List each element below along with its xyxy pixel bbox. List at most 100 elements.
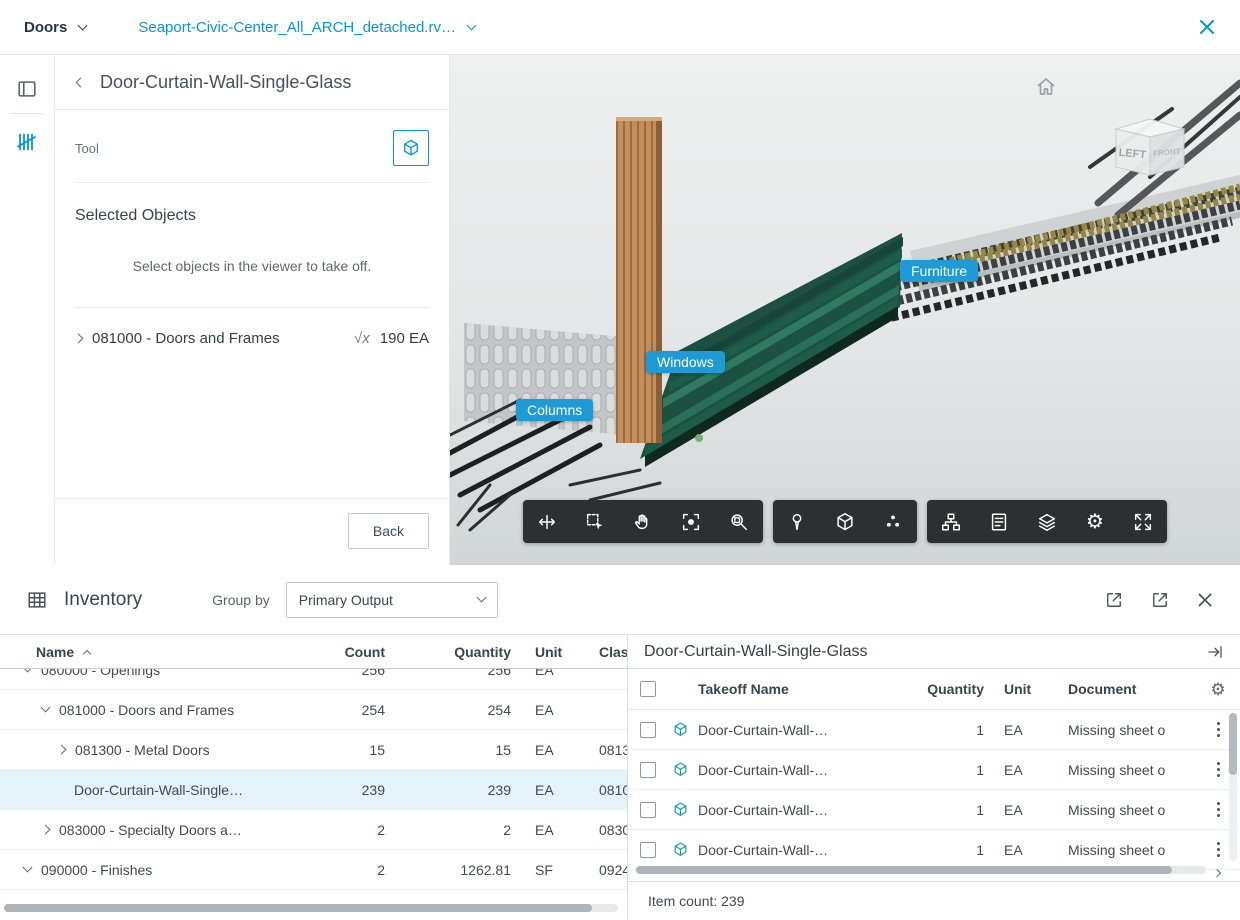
orbit-icon[interactable] [523, 500, 571, 543]
row-checkbox[interactable] [640, 722, 656, 738]
row-classification: 0810 [581, 782, 627, 798]
count-dots-icon[interactable] [869, 500, 917, 543]
kebab-menu-icon[interactable] [1217, 808, 1220, 811]
close-inventory-icon[interactable] [1196, 591, 1214, 609]
plumb-pin-icon[interactable] [773, 500, 821, 543]
inventory-table-body: 080000 - Openings 256 256 EA 081000 - Do… [0, 669, 627, 920]
column-header-classification[interactable]: Clas [581, 644, 627, 660]
takeoff-item-quantity: 1 [920, 762, 984, 778]
takeoff-item-row[interactable]: Door-Curtain-Wall-… 1 EA Missing sheet o [628, 830, 1240, 870]
doors-nav-dropdown[interactable]: Doors [24, 19, 86, 36]
row-classification: 0830 [581, 822, 627, 838]
takeoff-item-quantity: 1 [920, 802, 984, 818]
row-name: 083000 - Specialty Doors a… [59, 822, 242, 838]
kebab-menu-icon[interactable] [1217, 768, 1220, 771]
takeoff-item-row[interactable]: Door-Curtain-Wall-… 1 EA Missing sheet o [628, 710, 1240, 750]
takeoff-group-row[interactable]: 081000 - Doors and Frames √x 190 EA [55, 308, 449, 369]
3d-item-cube-icon [672, 761, 689, 778]
properties-icon[interactable] [975, 500, 1023, 543]
document-name-dropdown[interactable]: Seaport-Civic-Center_All_ARCH_detached.r… [138, 19, 475, 36]
inventory-row[interactable]: 081000 - Doors and Frames 254 254 EA [0, 690, 627, 730]
kebab-menu-icon[interactable] [1217, 728, 1220, 731]
3d-viewer[interactable]: LEFT FRONT Columns Windows Furniture [450, 55, 1240, 565]
inventory-row[interactable]: 090000 - Finishes 2 1262.81 SF 0924 [0, 850, 627, 890]
column-header-count[interactable]: Count [323, 644, 385, 660]
home-view-icon[interactable] [1034, 75, 1058, 99]
model-browser-icon[interactable] [927, 500, 975, 543]
column-header-unit[interactable]: Unit [511, 644, 581, 660]
chevron-right-icon[interactable] [41, 825, 51, 835]
takeoff-item-quantity: 1 [920, 722, 984, 738]
row-unit: EA [511, 782, 581, 798]
inventory-row[interactable]: 081300 - Metal Doors 15 15 EA 0813 [0, 730, 627, 770]
horizontal-scrollbar[interactable] [636, 866, 1206, 874]
selected-objects-heading: Selected Objects [55, 183, 449, 231]
settings-gear-icon[interactable] [1071, 500, 1119, 543]
cube-tool-button[interactable] [393, 130, 429, 166]
takeoff-tally-icon[interactable] [0, 120, 55, 164]
takeoff-item-document: Missing sheet o [1040, 722, 1196, 738]
row-checkbox[interactable] [640, 802, 656, 818]
inventory-title: Inventory [64, 589, 142, 611]
left-icon-rail [0, 55, 55, 565]
row-count: 239 [323, 782, 385, 798]
windows-label-chip[interactable]: Windows [646, 351, 725, 373]
chevron-down-icon[interactable] [23, 863, 33, 873]
cube-takeoff-icon[interactable] [821, 500, 869, 543]
row-name: Door-Curtain-Wall-Single… [74, 782, 243, 798]
kebab-menu-icon[interactable] [1217, 848, 1220, 851]
rail-divider [10, 113, 44, 114]
takeoff-group-value: 190 EA [380, 330, 429, 347]
pan-hand-icon[interactable] [619, 500, 667, 543]
tool-label: Tool [75, 141, 99, 156]
layers-icon[interactable] [1023, 500, 1071, 543]
row-name: 090000 - Finishes [41, 862, 152, 878]
chevron-down-icon[interactable] [41, 703, 51, 713]
select-all-checkbox[interactable] [640, 681, 656, 697]
zoom-selection-icon[interactable] [667, 500, 715, 543]
row-checkbox[interactable] [640, 762, 656, 778]
marquee-select-icon[interactable] [571, 500, 619, 543]
column-settings-gear-icon[interactable] [1210, 681, 1225, 698]
documents-panel-icon[interactable] [0, 67, 55, 111]
row-count: 2 [323, 822, 385, 838]
back-chevron-icon[interactable] [76, 77, 86, 87]
takeoff-item-row[interactable]: Door-Curtain-Wall-… 1 EA Missing sheet o [628, 790, 1240, 830]
zoom-window-icon[interactable] [715, 500, 763, 543]
close-icon[interactable] [1198, 18, 1216, 36]
fullscreen-icon[interactable] [1119, 500, 1167, 543]
scrollbar-thumb[interactable] [636, 866, 1172, 874]
row-count: 254 [323, 702, 385, 718]
back-button[interactable]: Back [348, 513, 429, 549]
row-unit: EA [511, 669, 581, 678]
column-header-name[interactable]: Name [0, 644, 323, 660]
view-cube[interactable]: LEFT FRONT [1098, 113, 1194, 182]
column-header-quantity[interactable]: Quantity [385, 644, 511, 660]
vertical-scrollbar[interactable] [1229, 713, 1237, 861]
collapse-panel-icon[interactable] [1206, 643, 1224, 661]
horizontal-scrollbar[interactable] [4, 904, 618, 912]
open-in-new-icon[interactable] [1150, 590, 1170, 610]
row-classification: 0924 [581, 862, 627, 878]
columns-label-chip[interactable]: Columns [516, 399, 593, 421]
takeoff-panel: Door-Curtain-Wall-Single-Glass Tool Sele… [55, 55, 450, 565]
export-icon[interactable] [1104, 590, 1124, 610]
chevron-down-icon[interactable] [23, 669, 33, 672]
formula-icon: √x [354, 330, 370, 347]
inventory-row-selected[interactable]: Door-Curtain-Wall-Single… 239 239 EA 081… [0, 770, 627, 810]
row-unit: EA [511, 822, 581, 838]
takeoff-item-row[interactable]: Door-Curtain-Wall-… 1 EA Missing sheet o [628, 750, 1240, 790]
furniture-label-chip[interactable]: Furniture [900, 260, 978, 282]
row-checkbox[interactable] [640, 842, 656, 858]
inventory-row[interactable]: 080000 - Openings 256 256 EA [0, 669, 627, 690]
inventory-row[interactable]: 083000 - Specialty Doors a… 2 2 EA 0830 [0, 810, 627, 850]
takeoff-panel-header: Door-Curtain-Wall-Single-Glass [55, 55, 449, 110]
doors-nav-label: Doors [24, 19, 67, 36]
chevron-right-icon[interactable] [57, 745, 67, 755]
scrollbar-thumb[interactable] [1229, 713, 1237, 775]
takeoff-item-unit: EA [984, 762, 1040, 778]
takeoff-item-name: Door-Curtain-Wall-… [698, 722, 920, 738]
group-by-select[interactable]: Primary Output [286, 582, 498, 618]
scrollbar-thumb[interactable] [4, 904, 592, 912]
viewer-toolbar [523, 500, 1167, 543]
